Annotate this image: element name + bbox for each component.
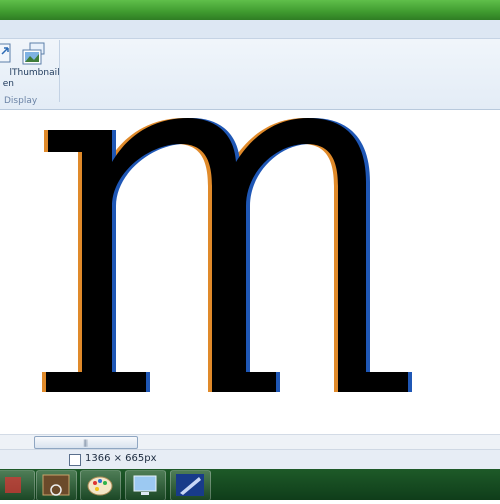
image-size-icon (69, 454, 81, 466)
letter-m-image (42, 118, 412, 392)
scrollbar-grip-icon: ||| (83, 439, 88, 447)
status-bar: 1366 × 665px (0, 449, 500, 470)
scrollbar-thumb[interactable]: ||| (34, 436, 138, 449)
taskbar-item-partial[interactable] (0, 470, 35, 501)
horizontal-scrollbar[interactable]: ||| (0, 434, 500, 449)
window-title-bar (0, 0, 500, 20)
thumbnail-label: Thumbnail (12, 68, 60, 78)
thumbnail-icon (21, 42, 47, 66)
taskbar (0, 469, 500, 501)
ribbon-group-separator (59, 40, 60, 102)
image-dimensions: 1366 × 665px (85, 453, 157, 464)
ribbon-tab-strip (0, 20, 500, 39)
display-group-label: Display (4, 96, 38, 106)
full-screen-icon (0, 42, 12, 66)
remote-desktop-icon[interactable] (125, 470, 166, 501)
full-screen-label-2: en (2, 79, 14, 89)
paint-icon[interactable] (80, 470, 121, 501)
media-center-icon[interactable] (170, 470, 211, 501)
image-canvas[interactable] (0, 110, 500, 434)
media-player-icon[interactable] (36, 470, 77, 501)
thumbnail-button[interactable]: Thumbnail (12, 42, 60, 79)
